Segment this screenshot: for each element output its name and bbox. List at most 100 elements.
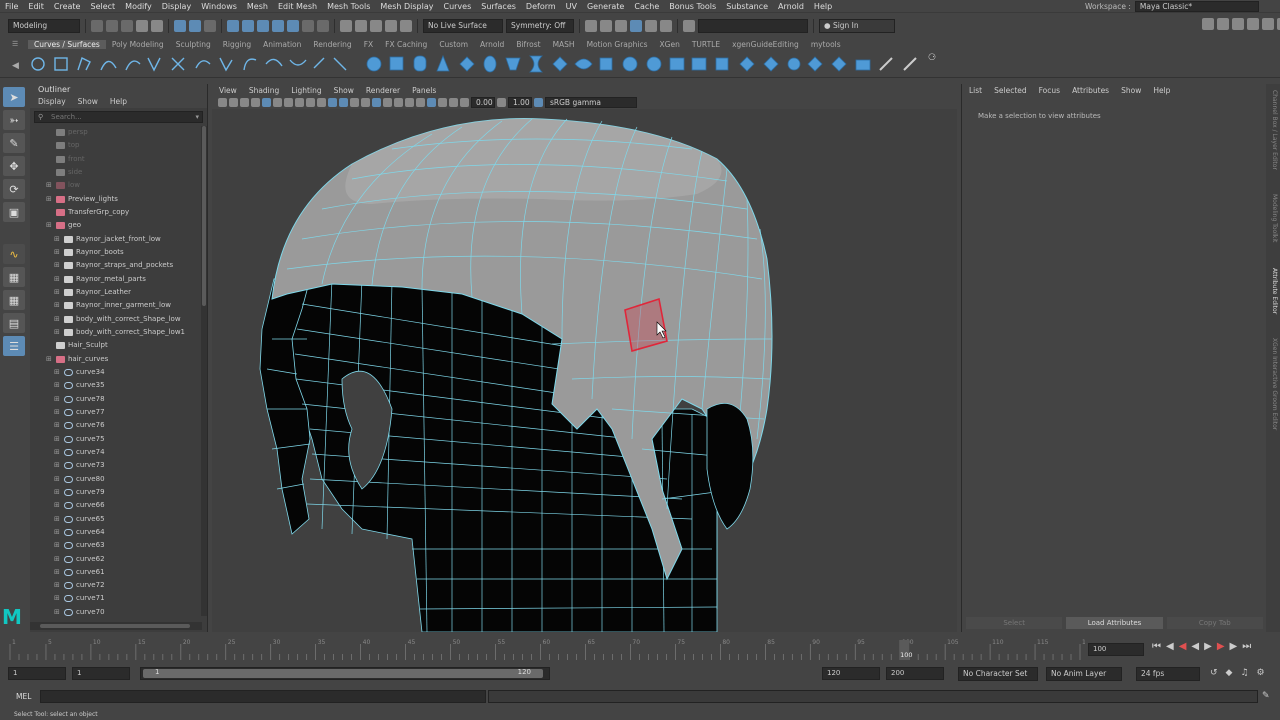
gamma-field[interactable]: 1.00 [508, 97, 532, 108]
expand-icon[interactable]: ⊞ [54, 579, 60, 592]
outliner-item[interactable]: ⊞ Raynor_boots [30, 246, 202, 259]
outliner-hscroll-thumb[interactable] [40, 624, 190, 628]
outliner-layout-icon[interactable]: ☰ [3, 336, 25, 356]
shelf-tab-animation[interactable]: Animation [257, 40, 307, 49]
lock-icon[interactable] [302, 19, 314, 32]
outliner-item[interactable]: ⊞ Raynor_jacket_front_low [30, 233, 202, 246]
menu-file[interactable]: File [0, 2, 23, 11]
offset-curve-icon[interactable] [265, 58, 283, 67]
range-slider-handle[interactable]: 1 120 [143, 668, 543, 678]
side-tab-channel-box[interactable]: Channel Box / Layer Editor [1268, 90, 1278, 170]
outliner-item[interactable]: ⊞ Raynor_Leather [30, 286, 202, 299]
outliner-item[interactable]: ⊞ body_with_correct_Shape_low1 [30, 326, 202, 339]
shelf-tab-poly-modeling[interactable]: Poly Modeling [106, 40, 170, 49]
menu-surfaces[interactable]: Surfaces [476, 2, 521, 11]
menu-deform[interactable]: Deform [521, 2, 561, 11]
expand-icon[interactable]: ⊞ [54, 606, 60, 618]
outliner-item[interactable]: ⊞ curve79 [30, 486, 202, 499]
safe-action-icon[interactable] [317, 98, 326, 107]
hypershade-window-icon[interactable] [645, 19, 657, 32]
ipr-render-icon[interactable] [615, 19, 627, 32]
viewport-menu-view[interactable]: View [219, 86, 237, 95]
add-points-icon[interactable] [313, 57, 325, 69]
persp-outliner-icon[interactable]: ▤ [3, 313, 25, 333]
anti-alias-icon[interactable] [438, 98, 447, 107]
character-set-dropdown[interactable]: No Character Set [958, 667, 1038, 681]
surface-editing-icon[interactable] [855, 59, 871, 71]
snap-point-icon[interactable] [257, 19, 269, 32]
go-to-start-icon[interactable]: ⏮ [1152, 641, 1161, 652]
panel-toggle-icon[interactable] [1232, 18, 1244, 30]
step-forward-frame-icon[interactable]: ▶ [1217, 641, 1225, 652]
menu-curves[interactable]: Curves [438, 2, 476, 11]
outliner-item[interactable]: ⊞ curve64 [30, 526, 202, 539]
render-settings-icon[interactable] [385, 19, 397, 32]
render-current-icon[interactable] [600, 19, 612, 32]
sculpt-geometry-icon[interactable] [831, 56, 847, 72]
loft-icon[interactable] [529, 55, 543, 73]
camera-attr-icon[interactable] [229, 98, 238, 107]
redo-icon[interactable] [151, 19, 163, 32]
time-slider-ruler[interactable]: 1 5 10 15 20 25 30 35 40 45 50 55 60 65 70 75 80 85 90 95 10… [0, 636, 1094, 664]
menu-select[interactable]: Select [85, 2, 120, 11]
smooth-shade-icon[interactable] [339, 98, 348, 107]
fps-dropdown[interactable]: 24 fps [1136, 667, 1200, 681]
script-editor-icon[interactable]: ✎ [1262, 691, 1270, 701]
use-lights-icon[interactable] [394, 98, 403, 107]
outliner-item[interactable]: ⊞ curve72 [30, 579, 202, 592]
expand-icon[interactable]: ⊞ [54, 566, 60, 579]
nurbs-sphere-icon[interactable] [366, 56, 382, 72]
select-object-icon[interactable] [189, 19, 201, 32]
surface-fillet-icon[interactable] [646, 56, 662, 72]
outliner-item[interactable]: ⊞ curve66 [30, 499, 202, 512]
sign-in-button[interactable]: ● Sign In [819, 18, 895, 33]
expand-icon[interactable]: ⊞ [54, 419, 60, 432]
animation-start-field[interactable]: 1 [8, 667, 66, 680]
attr-menu-selected[interactable]: Selected [994, 86, 1027, 95]
new-scene-icon[interactable] [91, 19, 103, 32]
xray-icon[interactable] [383, 98, 392, 107]
bevel-plus-icon[interactable] [622, 56, 638, 72]
outliner-item[interactable]: top [30, 139, 202, 152]
shelf-tab-turtle[interactable]: TURTLE [686, 40, 726, 49]
field-chart-icon[interactable] [306, 98, 315, 107]
ambient-occlusion-icon[interactable] [416, 98, 425, 107]
detach-curves-icon[interactable] [195, 60, 211, 69]
convert-icon[interactable] [903, 57, 917, 71]
auto-key-icon[interactable]: ◆ [1226, 668, 1233, 678]
four-view-icon[interactable]: ▦ [3, 290, 25, 310]
outliner-item[interactable]: ⊞ geo [30, 219, 202, 232]
planar-icon[interactable] [552, 56, 568, 72]
outliner-item[interactable]: ⊞ curve61 [30, 566, 202, 579]
menu-help[interactable]: Help [809, 2, 837, 11]
outliner-item[interactable]: ⊞ curve71 [30, 592, 202, 605]
outliner-menu-help[interactable]: Help [110, 97, 127, 106]
nurbs-plane-icon[interactable] [459, 56, 475, 72]
outliner-item[interactable]: ⊞ curve80 [30, 473, 202, 486]
shelf-tab-mytools[interactable]: mytools [805, 40, 847, 49]
copy-tab-button[interactable]: Copy Tab [1166, 617, 1263, 629]
undo-icon[interactable] [136, 19, 148, 32]
time-slider[interactable]: 1 5 10 15 20 25 30 35 40 45 50 55 60 65 70 75 80 85 90 95 10… [0, 636, 1280, 664]
attr-menu-list[interactable]: List [969, 86, 982, 95]
viewport-menu-renderer[interactable]: Renderer [366, 86, 400, 95]
outliner-item[interactable]: Hair_Sculpt [30, 339, 202, 352]
outliner-item[interactable]: ⊞ low [30, 179, 202, 192]
current-frame-field[interactable]: 100 [1088, 643, 1144, 656]
select-hierarchy-icon[interactable] [174, 19, 186, 32]
select-tool-icon[interactable]: ➤ [3, 87, 25, 107]
gate-mask-icon[interactable] [295, 98, 304, 107]
menu-create[interactable]: Create [49, 2, 86, 11]
expand-icon[interactable]: ⊞ [54, 513, 60, 526]
playback-end-field[interactable]: 120 [822, 667, 880, 680]
outliner-menu-show[interactable]: Show [78, 97, 98, 106]
single-view-icon[interactable]: ▦ [3, 267, 25, 287]
intersect-icon[interactable] [691, 57, 707, 71]
outliner-menu-display[interactable]: Display [38, 97, 66, 106]
color-space-dropdown[interactable]: sRGB gamma [545, 97, 637, 108]
outliner-item[interactable]: ⊞ curve63 [30, 539, 202, 552]
attr-menu-help[interactable]: Help [1153, 86, 1170, 95]
outliner-search-input[interactable]: ⚲ Search... ▾ [34, 111, 203, 123]
render-globe-icon[interactable] [630, 19, 642, 32]
shelf-tab-custom[interactable]: Custom [433, 40, 474, 49]
